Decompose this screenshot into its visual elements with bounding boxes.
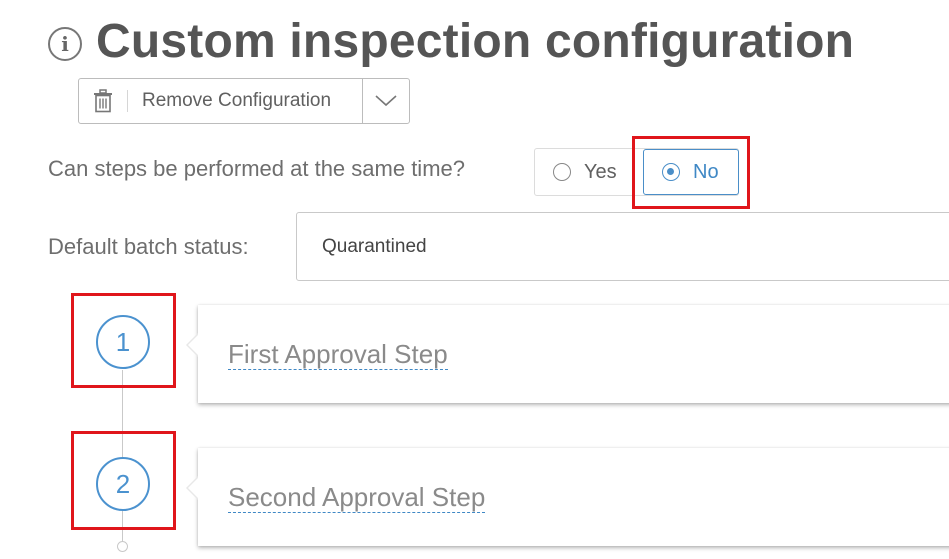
timeline-end-dot bbox=[117, 541, 128, 552]
chevron-down-icon bbox=[375, 95, 397, 107]
remove-configuration-split-button: Remove Configuration bbox=[78, 78, 410, 124]
page-title: Custom inspection configuration bbox=[96, 15, 855, 68]
step-card: First Approval Step bbox=[186, 305, 949, 403]
trash-icon bbox=[79, 79, 127, 123]
batch-status-select[interactable]: Quarantined bbox=[296, 212, 949, 281]
title-row: i Custom inspection configuration bbox=[48, 14, 854, 69]
batch-status-label: Default batch status: bbox=[48, 234, 249, 259]
remove-configuration-button[interactable]: Remove Configuration bbox=[79, 79, 363, 123]
radio-unchecked-icon bbox=[553, 163, 571, 181]
dropdown-toggle-button[interactable] bbox=[363, 79, 409, 123]
radio-option-yes[interactable]: Yes bbox=[535, 149, 635, 195]
step-card: Second Approval Step bbox=[186, 448, 949, 546]
step-title-link[interactable]: Second Approval Step bbox=[228, 482, 486, 513]
highlight-box-step-2 bbox=[71, 431, 176, 530]
info-icon[interactable]: i bbox=[48, 26, 82, 61]
highlight-box-step-1 bbox=[71, 293, 176, 388]
concurrency-question-label: Can steps be performed at the same time? bbox=[48, 156, 465, 181]
inspection-config-page: i Custom inspection configuration Remove… bbox=[0, 0, 949, 559]
step-title-link[interactable]: First Approval Step bbox=[228, 339, 448, 370]
highlight-box-no-option bbox=[632, 136, 750, 209]
remove-configuration-label: Remove Configuration bbox=[142, 90, 332, 111]
radio-yes-label: Yes bbox=[584, 160, 617, 183]
